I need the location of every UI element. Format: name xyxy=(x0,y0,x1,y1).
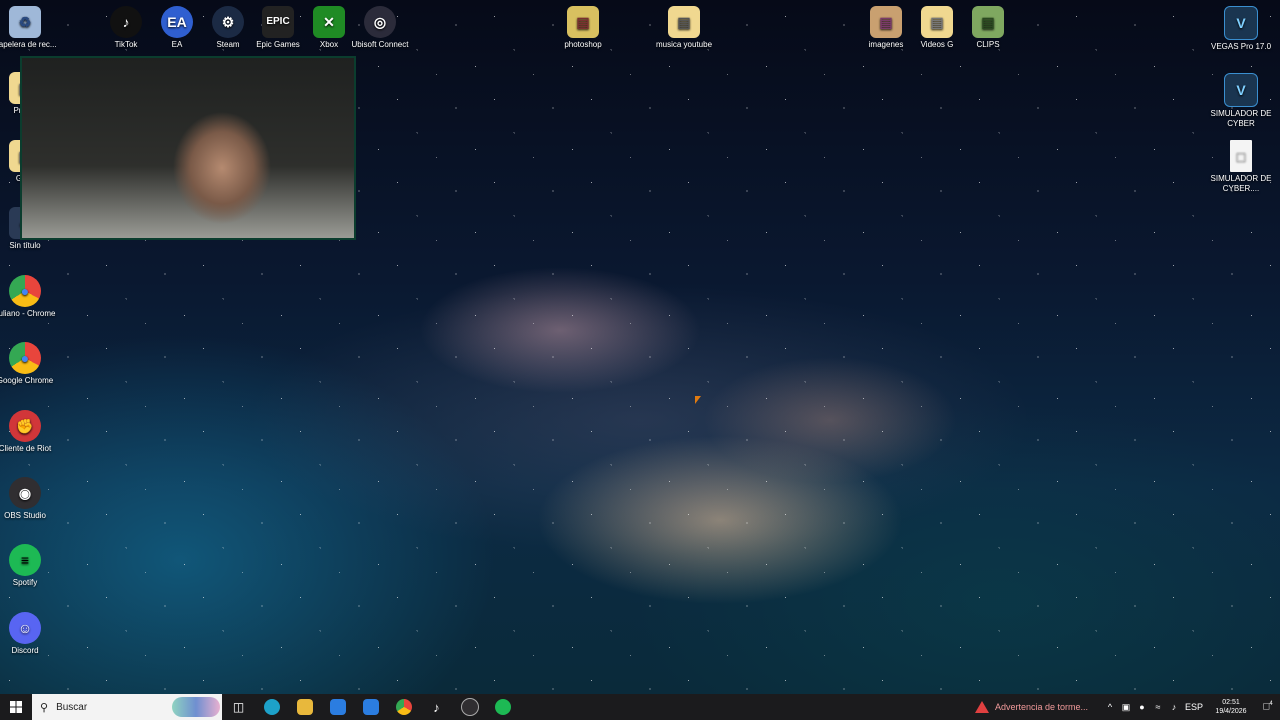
meet-icon[interactable]: ▣ xyxy=(1118,702,1134,713)
search-placeholder: Buscar xyxy=(56,701,88,713)
taskbar-app-store[interactable] xyxy=(321,694,354,720)
vegas-icon: V xyxy=(1224,73,1258,107)
volume-icon[interactable]: ♪ xyxy=(1166,702,1182,712)
icon-label: Sin título xyxy=(9,241,41,250)
icon-label: CLIPS xyxy=(976,40,1000,49)
icon-label: TikTok xyxy=(114,40,138,49)
warning-icon xyxy=(974,701,989,713)
riot-icon: ✊ xyxy=(9,410,41,442)
folder-icon: ▤ xyxy=(870,6,902,38)
icon-label: imagenes xyxy=(868,40,904,49)
desktop-icon-cliente-de-riot[interactable]: ✊ Cliente de Riot xyxy=(0,410,60,454)
file-icon: □ xyxy=(1230,140,1252,172)
icon-label: musica youtube xyxy=(655,40,713,49)
folder-icon xyxy=(296,699,313,715)
notification-center-button[interactable]: □4 xyxy=(1256,701,1280,712)
chevron-up-icon[interactable]: ^ xyxy=(1102,702,1118,712)
ubisoft-icon: ◎ xyxy=(364,6,396,38)
microphone-icon[interactable]: ● xyxy=(1134,702,1150,712)
taskbar-app-chrome[interactable] xyxy=(387,694,420,720)
steam-icon: ⚙ xyxy=(212,6,244,38)
desktop-icon-musica-youtube[interactable]: ▤ musica youtube xyxy=(649,6,719,50)
chrome-icon: ● xyxy=(9,275,41,307)
wifi-icon[interactable]: ≈ xyxy=(1150,702,1166,712)
folder-icon: ▤ xyxy=(567,6,599,38)
icon-label: OBS Studio xyxy=(4,511,46,520)
icon-label: SIMULADOR DE CYBER.... xyxy=(1210,174,1272,193)
edge-icon xyxy=(263,699,280,715)
icon-label: Ubisoft Connect xyxy=(351,40,409,49)
task-view-button[interactable]: ◫ xyxy=(222,694,255,720)
desktop-icon-clips[interactable]: ▤ CLIPS xyxy=(953,6,1023,50)
store-icon xyxy=(329,699,346,715)
vegas-icon: V xyxy=(1224,6,1258,40)
obs-icon: ◉ xyxy=(9,477,41,509)
desktop-icon-vegas-pro[interactable]: V VEGAS Pro 17.0 xyxy=(1206,6,1276,52)
chrome-icon: ● xyxy=(9,342,41,374)
folder-icon: ▤ xyxy=(668,6,700,38)
desktop-icon-google-chrome[interactable]: ● Google Chrome xyxy=(0,342,60,386)
task-view-icon: ◫ xyxy=(232,700,245,714)
mouse-cursor xyxy=(695,396,701,404)
clock-date: 19/4/2026 xyxy=(1215,708,1247,715)
weather-text: Advertencia de torme... xyxy=(994,702,1088,712)
taskbar-app-obs[interactable] xyxy=(453,694,486,720)
clock[interactable]: 02:51 19/4/2026 xyxy=(1210,698,1252,716)
ea-icon: EA xyxy=(161,6,193,38)
icon-label: Steam xyxy=(216,40,240,49)
webcam-overlay xyxy=(20,56,356,240)
icon-label: VEGAS Pro 17.0 xyxy=(1210,42,1272,51)
desktop-icon-spotify[interactable]: ≡ Spotify xyxy=(0,544,60,588)
chrome-icon xyxy=(395,699,412,715)
recycle-bin-icon: ♻ xyxy=(9,6,41,38)
obs-icon xyxy=(460,698,479,716)
desktop-icon-recycle-bin[interactable]: ♻ Papelera de rec... xyxy=(0,6,60,50)
taskbar-app-file-explorer[interactable] xyxy=(288,694,321,720)
icon-label: SIMULADOR DE CYBER xyxy=(1210,109,1272,128)
language-indicator[interactable]: ESP xyxy=(1182,702,1206,712)
taskbar-app-mail[interactable] xyxy=(354,694,387,720)
desktop-icon-simulador-cyber-file[interactable]: □ SIMULADOR DE CYBER.... xyxy=(1206,140,1276,194)
desktop-icon-photoshop[interactable]: ▤ photoshop xyxy=(548,6,618,50)
epic-games-icon: EPIC xyxy=(262,6,294,38)
taskbar-app-edge[interactable] xyxy=(255,694,288,720)
xbox-icon: ✕ xyxy=(313,6,345,38)
system-tray: Advertencia de torme... ^ ▣ ● ≈ ♪ ESP 02… xyxy=(974,694,1280,720)
desktop-icon-simulador-cyber[interactable]: V SIMULADOR DE CYBER xyxy=(1206,73,1276,129)
icon-label: Discord xyxy=(11,646,39,655)
icon-label: Papelera de rec... xyxy=(0,40,57,49)
icon-label: Cliente de Riot xyxy=(0,444,52,453)
desktop-icon-discord[interactable]: ☺ Discord xyxy=(0,612,60,656)
taskbar-app-spotify[interactable] xyxy=(486,694,519,720)
taskbar: ⚲ Buscar ◫ ♪ Advertencia de torme... ^ ▣… xyxy=(0,694,1280,720)
windows-icon xyxy=(10,701,22,713)
icon-label: EA xyxy=(171,40,183,49)
icon-label: Videos G xyxy=(920,40,954,49)
tiktok-icon: ♪ xyxy=(110,6,142,38)
icon-label: Xbox xyxy=(319,40,339,49)
desktop-icon-obs-studio[interactable]: ◉ OBS Studio xyxy=(0,477,60,521)
tiktok-icon: ♪ xyxy=(433,699,440,715)
start-button[interactable] xyxy=(0,694,32,720)
taskbar-app-tiktok[interactable]: ♪ xyxy=(420,694,453,720)
spotify-icon xyxy=(494,699,511,715)
icon-label: Juliano - Chrome xyxy=(0,309,56,318)
icon-label: Spotify xyxy=(12,578,38,587)
desktop[interactable]: ♻ Papelera de rec... ♪ TikTok EA EA ⚙ St… xyxy=(0,0,1280,694)
search-highlight-image xyxy=(172,697,220,717)
icon-label: Google Chrome xyxy=(0,376,54,385)
desktop-icon-ubisoft-connect[interactable]: ◎ Ubisoft Connect xyxy=(345,6,415,50)
mail-icon xyxy=(362,699,379,715)
notification-count: 4 xyxy=(1269,701,1273,708)
search-icon: ⚲ xyxy=(40,701,49,714)
clock-time: 02:51 xyxy=(1222,699,1240,706)
discord-icon: ☺ xyxy=(9,612,41,644)
desktop-icon-juliano-chrome[interactable]: ● Juliano - Chrome xyxy=(0,275,60,319)
weather-widget[interactable]: Advertencia de torme... xyxy=(974,701,1088,713)
spotify-icon: ≡ xyxy=(9,544,41,576)
icon-label: photoshop xyxy=(564,40,602,49)
folder-icon: ▤ xyxy=(972,6,1004,38)
search-box[interactable]: ⚲ Buscar xyxy=(32,694,222,720)
folder-icon: ▤ xyxy=(921,6,953,38)
